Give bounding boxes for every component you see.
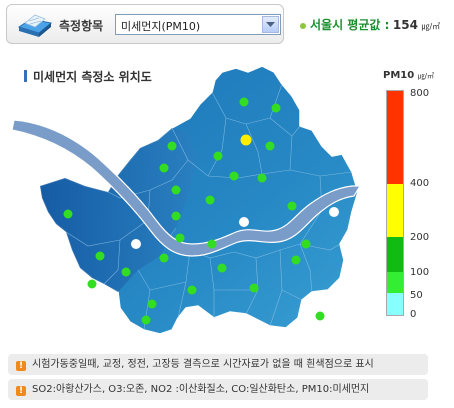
legend-segment-over400 (387, 91, 403, 184)
bullet-dot-icon (300, 23, 306, 29)
station-marker[interactable] (167, 141, 177, 151)
average-value: 154 (392, 18, 418, 32)
legend-tick: 50 (410, 290, 423, 301)
measure-select-value: 미세먼지(PM10) (121, 20, 201, 33)
station-marker[interactable] (175, 233, 185, 243)
legend-tick: 0 (410, 309, 417, 320)
seoul-map (11, 65, 362, 335)
station-marker[interactable] (159, 253, 169, 263)
legend-segment-0-50 (387, 293, 403, 315)
legend-tick: 200 (410, 232, 430, 243)
station-marker[interactable] (171, 185, 181, 195)
station-marker[interactable] (171, 211, 181, 221)
average-unit: ㎍/㎥ (421, 22, 441, 31)
station-marker[interactable] (301, 239, 311, 249)
station-marker[interactable] (315, 311, 325, 321)
exclamation-icon: ! (16, 361, 26, 371)
station-marker[interactable] (207, 239, 217, 249)
exclamation-icon: ! (16, 386, 26, 396)
legend-segment-50-100 (387, 272, 403, 293)
station-marker[interactable] (159, 163, 169, 173)
note-abbreviations: ! SO2:아황산가스, O3:오존, NO2 :이산화질소, CO:일산화탄소,… (8, 379, 428, 400)
station-marker[interactable] (240, 134, 252, 146)
legend-tick: 100 (410, 267, 430, 278)
legend-segment-100-200 (387, 237, 403, 272)
note-text: 시험가동중일때, 교정, 정전, 고장등 결측으로 시간자료가 없을 때 흰색점… (32, 359, 374, 370)
station-marker[interactable] (95, 251, 105, 261)
note-missing-data: ! 시험가동중일때, 교정, 정전, 고장등 결측으로 시간자료가 없을 때 흰색… (8, 354, 428, 375)
legend-unit: ㎍/㎥ (417, 72, 435, 80)
station-marker[interactable] (131, 239, 141, 249)
station-marker[interactable] (121, 267, 131, 277)
station-marker[interactable] (239, 97, 249, 107)
chevron-down-icon[interactable] (262, 16, 279, 33)
seoul-average: 서울시 평균값 : 154 ㎍/㎥ (300, 16, 440, 33)
station-marker[interactable] (141, 315, 151, 325)
station-marker[interactable] (249, 283, 259, 293)
station-marker[interactable] (265, 141, 275, 151)
legend-color-scale (386, 90, 404, 316)
station-marker[interactable] (329, 207, 339, 217)
measure-label: 측정항목 (59, 19, 104, 33)
legend-title-text: PM10 (383, 70, 415, 81)
legend-title: PM10 ㎍/㎥ (383, 70, 434, 81)
map-book-icon (17, 9, 53, 39)
station-marker[interactable] (213, 151, 223, 161)
legend-tick: 800 (410, 88, 430, 99)
measure-select[interactable]: 미세먼지(PM10) (115, 14, 281, 35)
station-marker[interactable] (287, 201, 297, 211)
measure-bar: 측정항목 미세먼지(PM10) (6, 4, 284, 44)
legend-segment-200-400 (387, 184, 403, 237)
station-marker[interactable] (271, 103, 281, 113)
station-marker[interactable] (239, 217, 249, 227)
station-marker[interactable] (147, 299, 157, 309)
note-text: SO2:아황산가스, O3:오존, NO2 :이산화질소, CO:일산화탄소, … (32, 384, 370, 395)
station-marker[interactable] (87, 279, 97, 289)
station-marker[interactable] (257, 173, 267, 183)
station-marker[interactable] (63, 209, 73, 219)
station-marker[interactable] (187, 285, 197, 295)
station-marker[interactable] (291, 255, 301, 265)
station-marker[interactable] (205, 195, 215, 205)
legend-tick: 400 (410, 178, 430, 189)
average-label: 서울시 평균값 : (310, 18, 390, 32)
station-marker[interactable] (229, 171, 239, 181)
station-marker[interactable] (217, 263, 227, 273)
